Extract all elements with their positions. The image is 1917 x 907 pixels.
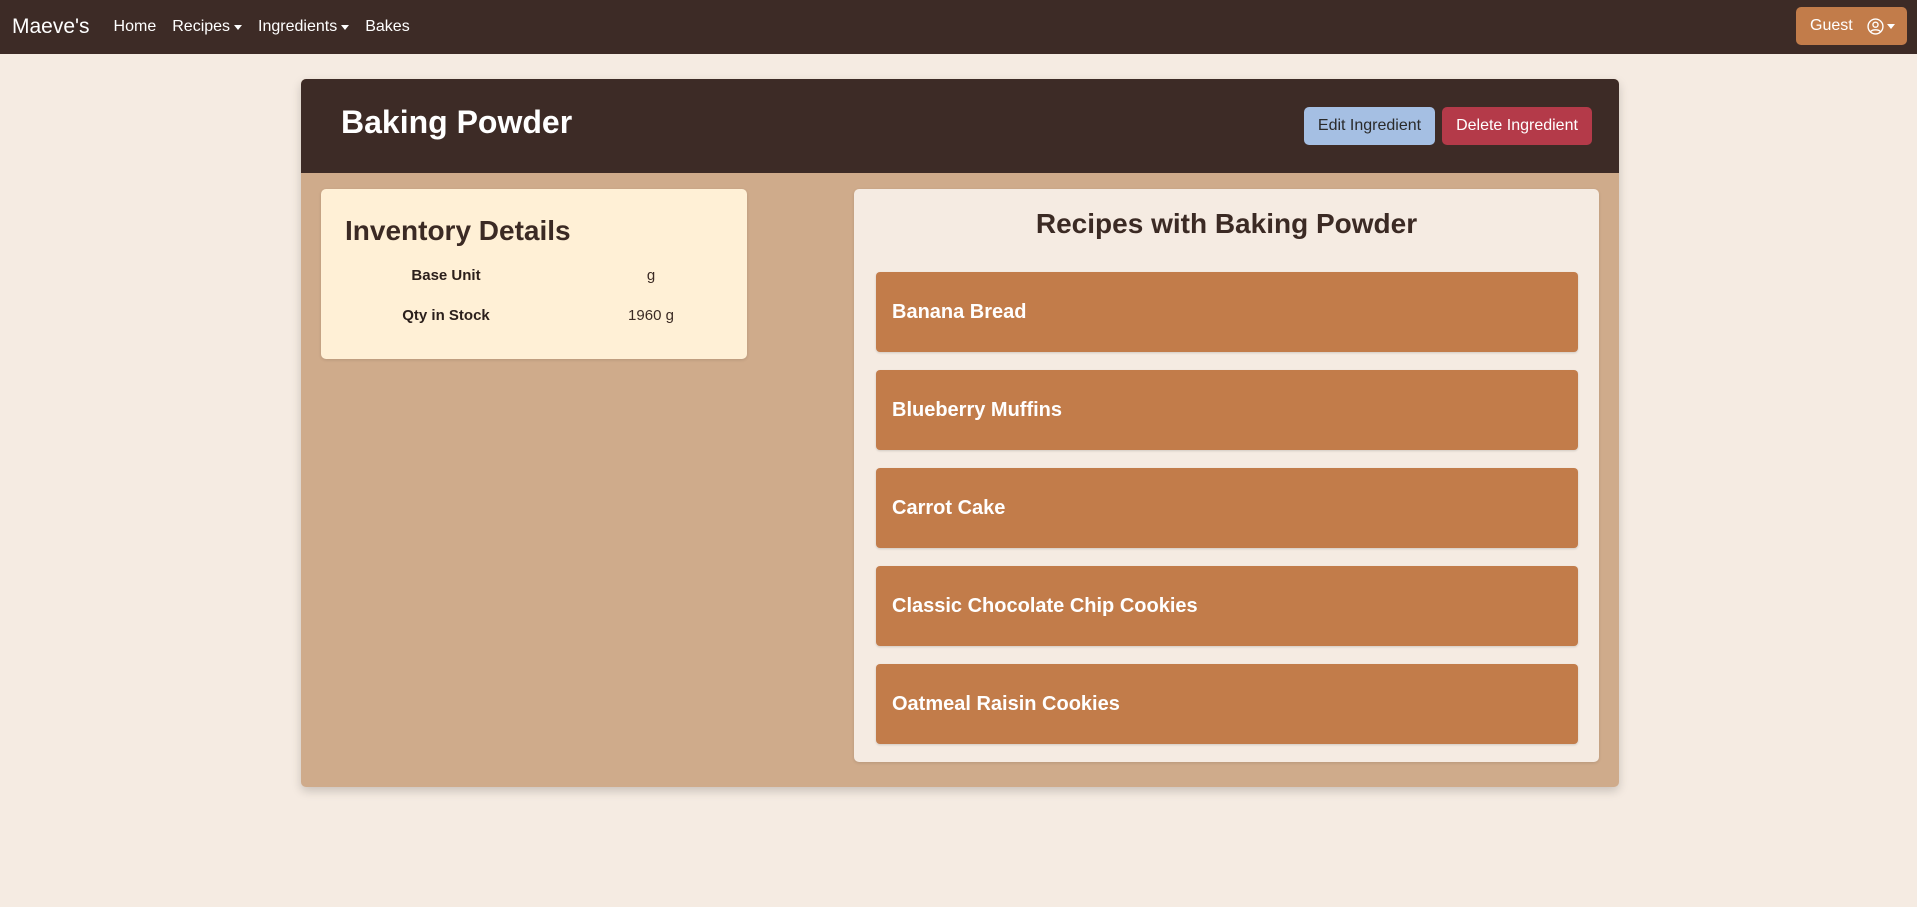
- nav-bakes-label: Bakes: [365, 18, 410, 35]
- inventory-row-base-unit: Base Unit g: [321, 267, 747, 287]
- nav-home-link[interactable]: Home: [114, 18, 157, 36]
- ingredient-header: Baking Powder Edit Ingredient Delete Ing…: [301, 79, 1619, 173]
- qty-in-stock-value: 1960 g: [628, 307, 674, 324]
- edit-ingredient-button[interactable]: Edit Ingredient: [1304, 107, 1435, 145]
- nav-recipes-label: Recipes: [172, 18, 231, 35]
- recipe-item[interactable]: Classic Chocolate Chip Cookies: [876, 566, 1578, 646]
- brand-link[interactable]: Maeve's: [12, 15, 90, 39]
- user-menu-button[interactable]: Guest: [1796, 7, 1907, 45]
- nav-bakes-link[interactable]: Bakes: [365, 18, 409, 36]
- page-title: Baking Powder: [341, 104, 573, 140]
- recipe-item[interactable]: Carrot Cake: [876, 468, 1578, 548]
- ingredient-card: Baking Powder Edit Ingredient Delete Ing…: [301, 79, 1619, 787]
- qty-in-stock-label: Qty in Stock: [402, 307, 490, 324]
- base-unit-label: Base Unit: [411, 267, 481, 284]
- caret-down-icon: [341, 24, 350, 30]
- caret-down-icon: [234, 24, 243, 30]
- top-navbar: Maeve's Home Recipes Ingredients Bakes G…: [0, 0, 1917, 54]
- delete-ingredient-button[interactable]: Delete Ingredient: [1442, 107, 1592, 145]
- nav-home-label: Home: [113, 18, 157, 35]
- inventory-details-panel: Inventory Details Base Unit g Qty in Sto…: [321, 189, 747, 359]
- recipe-item[interactable]: Blueberry Muffins: [876, 370, 1578, 450]
- user-circle-icon: [1867, 17, 1884, 35]
- recipes-panel-title: Recipes with Baking Powder: [1035, 208, 1418, 239]
- user-name-label: Guest: [1810, 17, 1853, 34]
- recipe-item[interactable]: Oatmeal Raisin Cookies: [876, 664, 1578, 744]
- inventory-row-qty-in-stock: Qty in Stock 1960 g: [321, 307, 747, 327]
- base-unit-value: g: [646, 267, 656, 284]
- recipes-panel: Recipes with Baking Powder Banana Bread …: [854, 189, 1599, 762]
- inventory-title: Inventory Details: [345, 215, 571, 246]
- nav-ingredients-label: Ingredients: [258, 18, 338, 35]
- nav-recipes-dropdown[interactable]: Recipes: [172, 18, 243, 36]
- recipe-item[interactable]: Banana Bread: [876, 272, 1578, 352]
- caret-down-icon: [1886, 23, 1895, 29]
- nav-ingredients-dropdown[interactable]: Ingredients: [258, 18, 350, 36]
